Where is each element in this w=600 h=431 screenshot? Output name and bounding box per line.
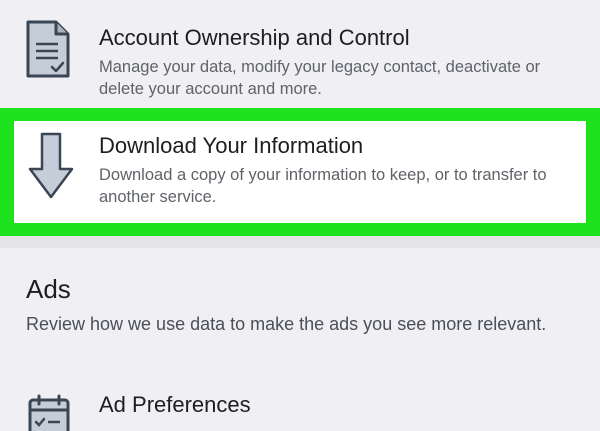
ads-section-description: Review how we use data to make the ads y… [26, 314, 547, 334]
section-separator [0, 236, 600, 248]
download-information-title: Download Your Information [99, 133, 364, 158]
ad-preferences-title: Ad Preferences [99, 392, 251, 417]
account-ownership-title: Account Ownership and Control [99, 25, 410, 50]
ads-section-title: Ads [26, 274, 71, 304]
document-icon [24, 18, 72, 80]
ad-preferences-row[interactable]: Ad Preferences [0, 386, 600, 431]
download-information-description: Download a copy of your information to k… [99, 166, 547, 206]
ads-section: Ads Review how we use data to make the a… [0, 248, 600, 431]
calendar-checklist-icon [27, 394, 71, 431]
account-ownership-description: Manage your data, modify your legacy con… [99, 58, 541, 98]
download-information-row[interactable]: Download Your Information Download a cop… [14, 121, 586, 223]
download-arrow-icon [26, 131, 76, 201]
account-ownership-row[interactable]: Account Ownership and Control Manage you… [0, 0, 600, 106]
